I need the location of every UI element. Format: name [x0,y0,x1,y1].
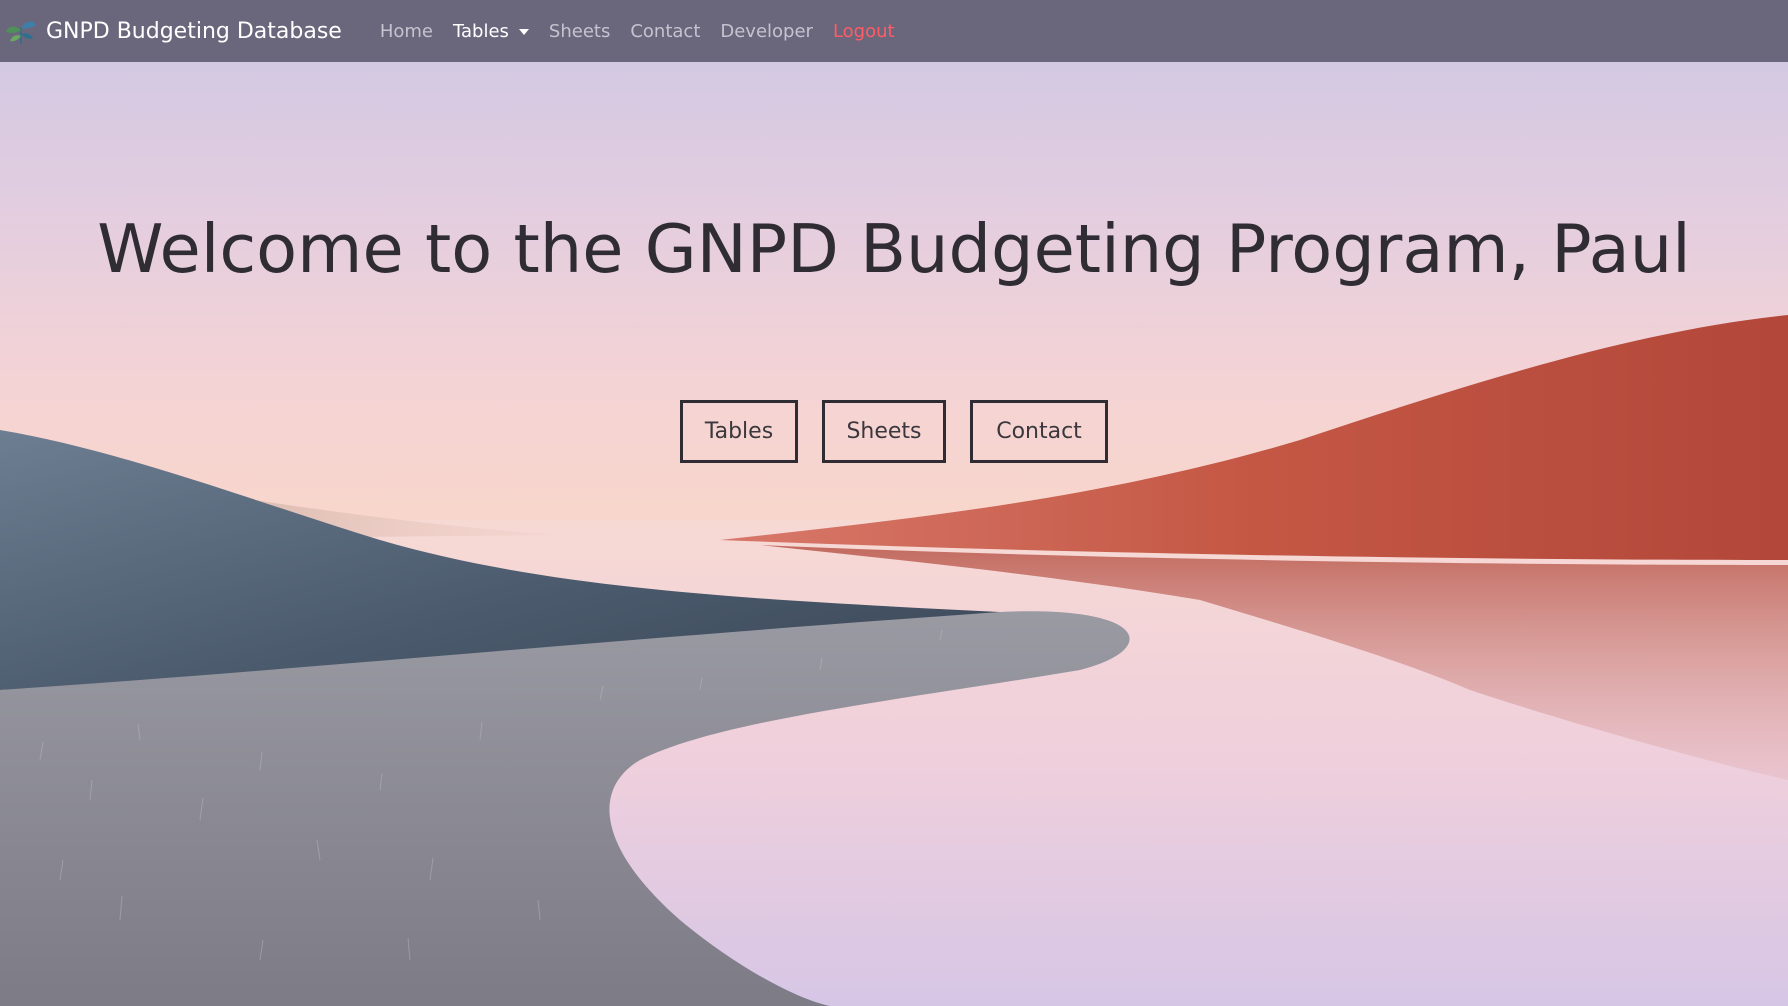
background-landscape [0,0,1788,1006]
contact-button[interactable]: Contact [970,400,1108,463]
nav-contact[interactable]: Contact [630,21,700,42]
nav-home[interactable]: Home [380,21,433,42]
nav-tables-dropdown[interactable]: Tables [453,21,529,42]
sheets-button[interactable]: Sheets [822,400,946,463]
nav-sheets-label: Sheets [548,20,611,42]
brand-title: GNPD Budgeting Database [46,18,342,44]
caret-down-icon [518,29,529,35]
nav-developer-label: Developer [720,20,813,42]
top-navbar: GNPD Budgeting Database Home Tables Shee… [0,0,1788,62]
nav-contact-label: Contact [630,20,701,42]
nav-logout-label: Logout [832,20,895,42]
nav-developer[interactable]: Developer [720,21,813,42]
nav-tables-label: Tables [452,20,509,42]
tables-button-label: Tables [704,419,774,444]
page: GNPD Budgeting Database Home Tables Shee… [0,0,1788,1006]
contact-button-label: Contact [996,419,1082,444]
welcome-heading: Welcome to the GNPD Budgeting Program, P… [97,210,1691,288]
nav-sheets[interactable]: Sheets [549,21,610,42]
brand[interactable]: GNPD Budgeting Database [2,14,342,48]
nav-home-label: Home [379,20,433,42]
sheets-button-label: Sheets [846,419,922,444]
plant-logo-icon [6,21,36,44]
hero-button-group: Tables Sheets Contact [0,400,1788,463]
nav-logout[interactable]: Logout [833,21,895,42]
tables-button[interactable]: Tables [680,400,798,463]
